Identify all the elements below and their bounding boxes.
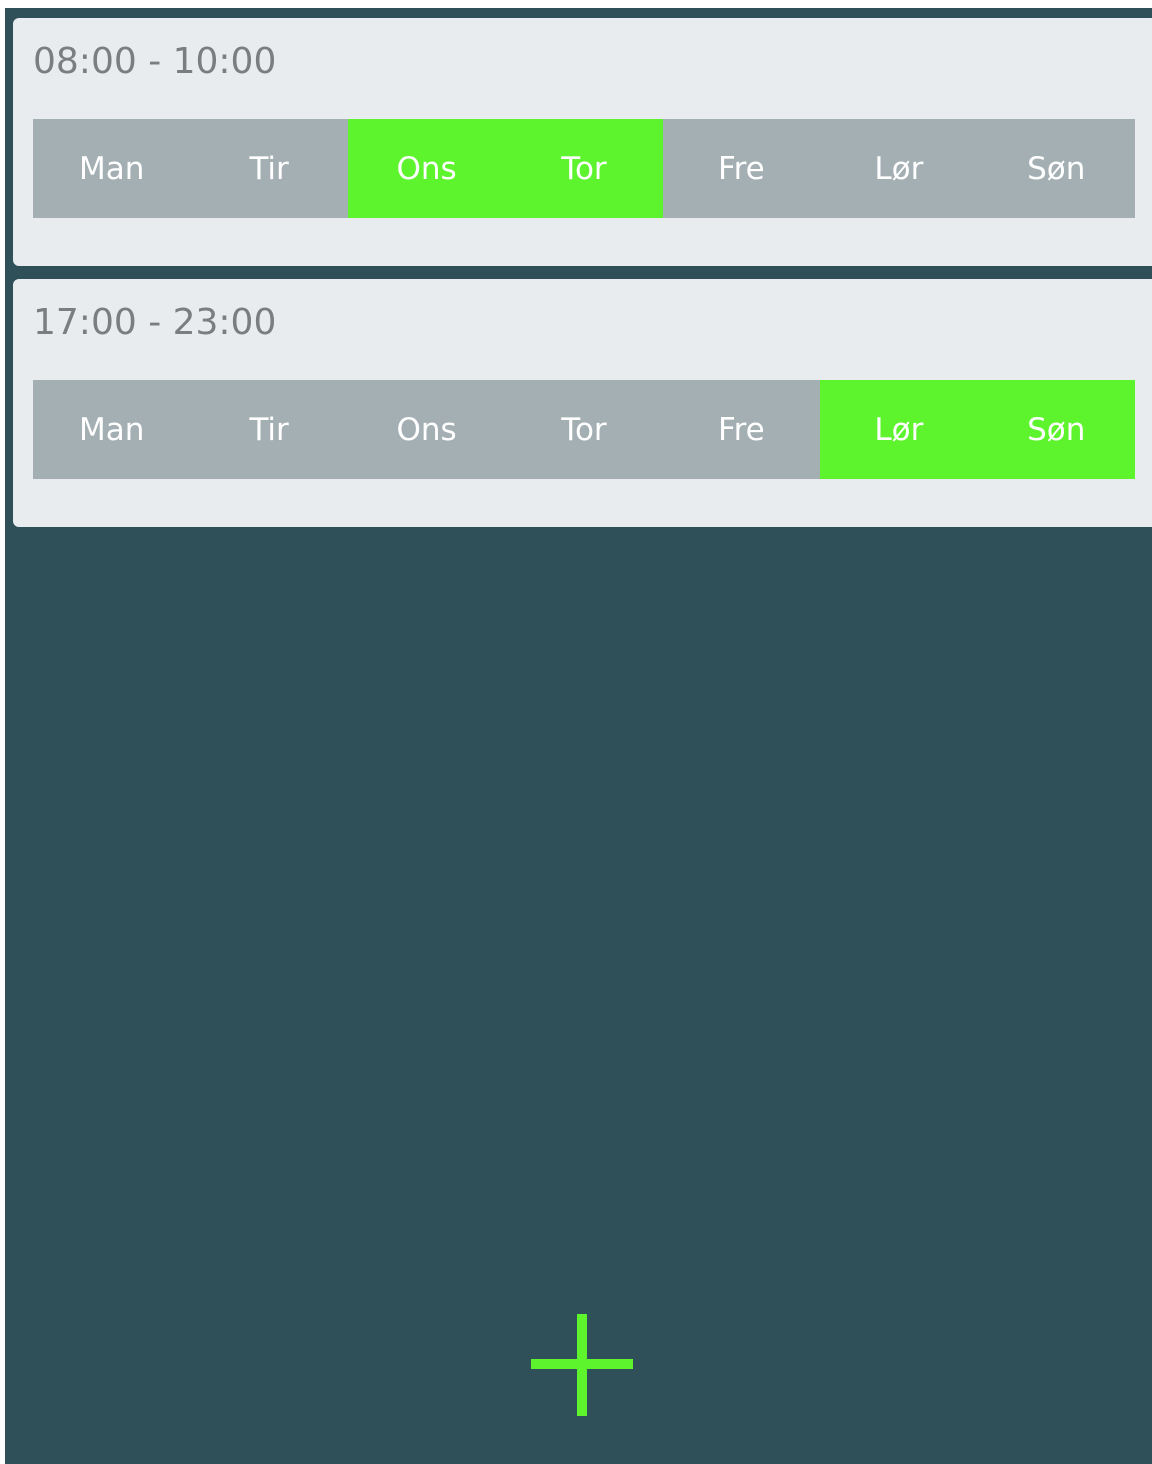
day-toggle-son[interactable]: Søn — [978, 119, 1135, 218]
day-toggle-tir[interactable]: Tir — [190, 119, 347, 218]
time-range-label[interactable]: 08:00 - 10:00 — [33, 40, 276, 84]
day-toggle-tor[interactable]: Tor — [505, 380, 662, 479]
day-toggle-ons[interactable]: Ons — [348, 380, 505, 479]
day-toggle-tor[interactable]: Tor — [505, 119, 663, 218]
schedule-card[interactable]: 17:00 - 23:00 Man Tir Ons Tor Fre Lør Sø… — [13, 279, 1152, 527]
day-toggle-ons[interactable]: Ons — [347, 119, 506, 218]
add-schedule-button[interactable] — [531, 1314, 633, 1416]
day-toggle-son[interactable]: Søn — [977, 380, 1135, 479]
schedule-card[interactable]: 08:00 - 10:00 Man Tir Ons Tor Fre Lør Sø… — [13, 18, 1152, 266]
day-toggle-lor[interactable]: Lør — [820, 380, 978, 479]
day-selector: Man Tir Ons Tor Fre Lør Søn — [33, 119, 1135, 218]
day-toggle-tir[interactable]: Tir — [190, 380, 347, 479]
day-toggle-lor[interactable]: Lør — [820, 119, 977, 218]
day-selector: Man Tir Ons Tor Fre Lør Søn — [33, 380, 1135, 479]
day-toggle-fre[interactable]: Fre — [663, 119, 820, 218]
plus-icon — [531, 1314, 633, 1416]
time-range-label[interactable]: 17:00 - 23:00 — [33, 301, 276, 345]
schedule-screen: 08:00 - 10:00 Man Tir Ons Tor Fre Lør Sø… — [5, 8, 1152, 1464]
day-toggle-fre[interactable]: Fre — [663, 380, 820, 479]
day-toggle-man[interactable]: Man — [33, 119, 190, 218]
day-toggle-man[interactable]: Man — [33, 380, 190, 479]
